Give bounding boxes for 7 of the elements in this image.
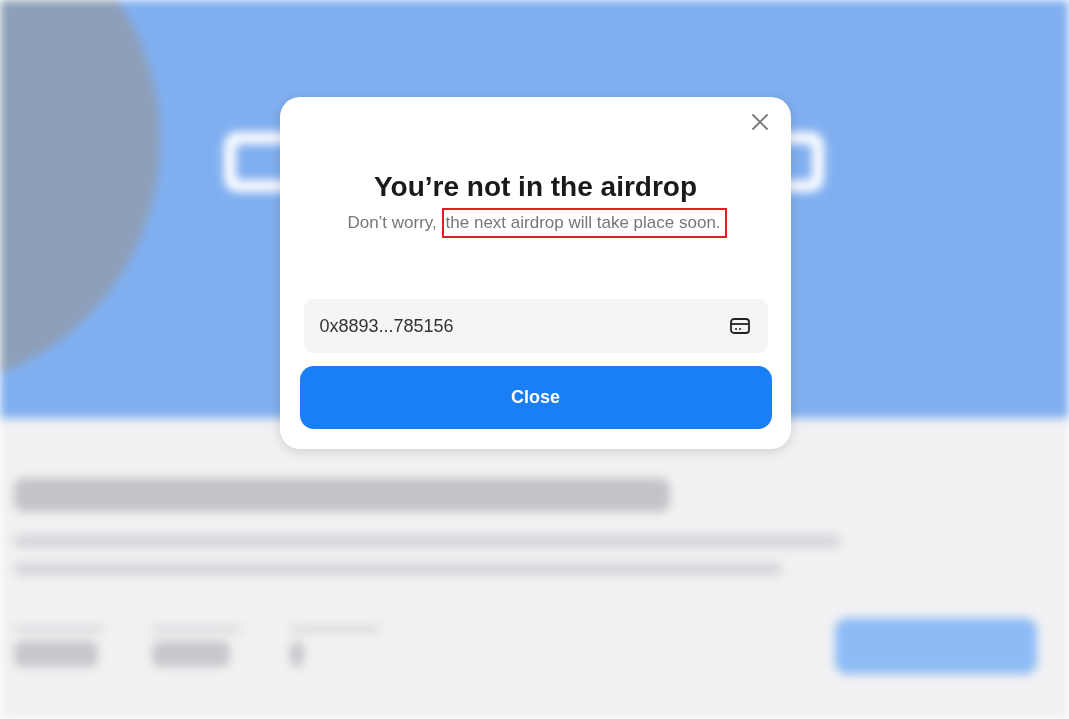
close-button[interactable]: Close — [299, 366, 772, 429]
card-icon — [729, 318, 750, 334]
close-icon[interactable] — [749, 111, 771, 133]
address-field[interactable]: 0x8893...785156 — [303, 299, 768, 353]
dialog-message: Don’t worry, the next airdrop will take place soon. — [347, 213, 724, 233]
stat-value-drawing — [290, 641, 304, 667]
dialog-title: You’re not in the airdrop — [373, 171, 697, 203]
